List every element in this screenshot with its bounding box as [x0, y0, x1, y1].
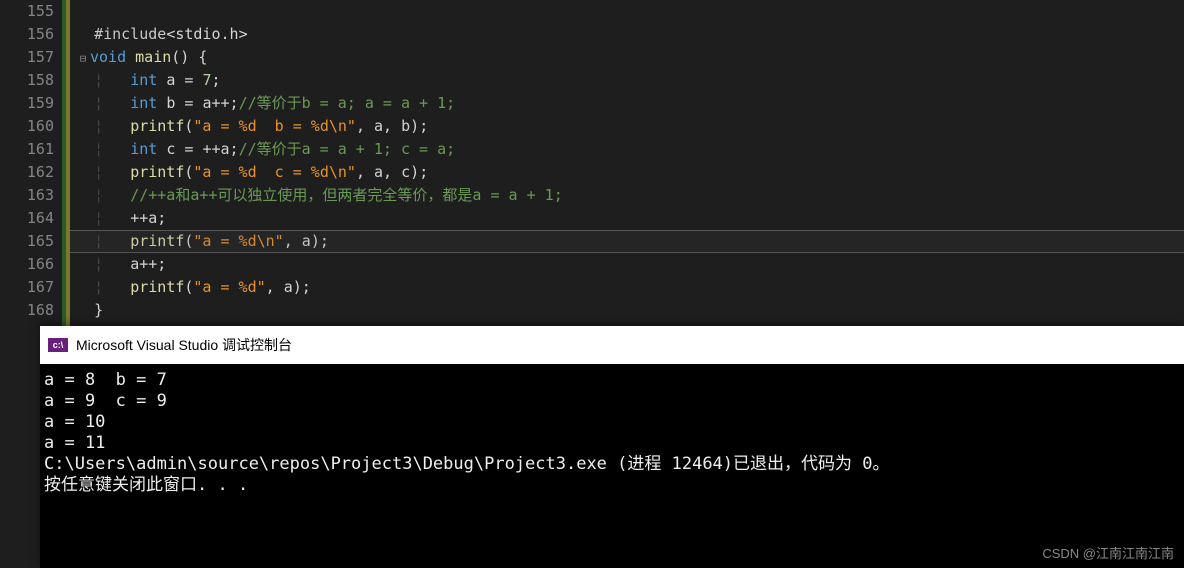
line-number: 161 [0, 138, 54, 161]
preproc-include: #include [94, 25, 166, 43]
line-number: 163 [0, 184, 54, 207]
kw-int: int [130, 140, 157, 158]
comma: , [266, 278, 284, 296]
vs-icon: c:\ [48, 338, 68, 352]
console-line: 按任意键关闭此窗口. . . [44, 475, 1180, 496]
string-literal: "a = %d" [193, 278, 265, 296]
header-name: stdio.h [175, 25, 238, 43]
parens: () [171, 48, 189, 66]
line-number: 155 [0, 0, 54, 23]
code-line: ¦ printf("a = %d b = %d\n", a, b); [76, 115, 1184, 138]
expr: a++ [202, 94, 229, 112]
code-editor[interactable]: 155 156 157 158 159 160 161 162 163 164 … [0, 0, 1184, 326]
var: a [166, 71, 175, 89]
console-line: a = 11 [44, 433, 1180, 454]
kw-void: void [90, 48, 126, 66]
line-number: 156 [0, 23, 54, 46]
line-number: 164 [0, 207, 54, 230]
comment: //等价于a = a + 1; c = a; [239, 140, 456, 158]
line-number: 160 [0, 115, 54, 138]
args: a, b [374, 117, 410, 135]
var: c [166, 140, 175, 158]
console-line: C:\Users\admin\source\repos\Project3\Deb… [44, 454, 1180, 475]
line-number-gutter: 155 156 157 158 159 160 161 162 163 164 … [0, 0, 62, 326]
op-eq: = [184, 140, 193, 158]
stmt: ++a; [130, 209, 166, 227]
line-number: 157 [0, 46, 54, 69]
comma: , [356, 117, 374, 135]
line-number: 162 [0, 161, 54, 184]
stmt: a++; [130, 255, 166, 273]
semi: ; [419, 163, 428, 181]
paren-close: ) [293, 278, 302, 296]
line-number: 168 [0, 299, 54, 322]
current-line-highlight [70, 230, 1184, 253]
op-eq: = [184, 94, 193, 112]
console-line: a = 9 c = 9 [44, 391, 1180, 412]
semi: ; [211, 71, 220, 89]
console-titlebar[interactable]: c:\ Microsoft Visual Studio 调试控制台 [40, 326, 1184, 364]
args: a, c [374, 163, 410, 181]
semi: ; [302, 278, 311, 296]
func-printf: printf [130, 117, 184, 135]
args: a [284, 278, 293, 296]
semi: ; [419, 117, 428, 135]
string-literal: "a = %d c = %d\n" [193, 163, 356, 181]
brace-close: } [94, 301, 103, 319]
console-line: a = 8 b = 7 [44, 370, 1180, 391]
var: b [166, 94, 175, 112]
code-line: ¦ printf("a = %d", a); [76, 276, 1184, 299]
code-line: ¦ int c = ++a;//等价于a = a + 1; c = a; [76, 138, 1184, 161]
brace-open: { [198, 48, 207, 66]
code-line: ¦ a++; [76, 253, 1184, 276]
op-eq: = [184, 71, 193, 89]
angle-close: > [239, 25, 248, 43]
line-number: 165 [0, 230, 54, 253]
string-literal: "a = %d b = %d\n" [193, 117, 356, 135]
code-area[interactable]: #include<stdio.h> ⊟void main() { ¦ int a… [70, 0, 1184, 326]
line-number: 158 [0, 69, 54, 92]
code-line: ¦ int a = 7; [76, 69, 1184, 92]
console-title: Microsoft Visual Studio 调试控制台 [76, 335, 292, 355]
code-line: #include<stdio.h> [76, 23, 1184, 46]
line-number: 159 [0, 92, 54, 115]
line-number: 166 [0, 253, 54, 276]
code-line: } [76, 299, 1184, 322]
func-main: main [135, 48, 171, 66]
paren-close: ) [410, 163, 419, 181]
comment: //等价于b = a; a = a + 1; [239, 94, 456, 112]
expr: ++a [202, 140, 229, 158]
code-line: ¦ int b = a++;//等价于b = a; a = a + 1; [76, 92, 1184, 115]
debug-console-window[interactable]: c:\ Microsoft Visual Studio 调试控制台 a = 8 … [40, 326, 1184, 568]
angle-open: < [166, 25, 175, 43]
line-number: 167 [0, 276, 54, 299]
code-line: ⊟void main() { [76, 46, 1184, 69]
comma: , [356, 163, 374, 181]
paren-close: ) [410, 117, 419, 135]
func-printf: printf [130, 163, 184, 181]
console-line: a = 10 [44, 412, 1180, 433]
comment: //++a和a++可以独立使用，但两者完全等价，都是a = a + 1; [130, 186, 563, 204]
fold-minus-icon[interactable]: ⊟ [76, 47, 90, 70]
semi: ; [230, 94, 239, 112]
code-line: ¦ ++a; [76, 207, 1184, 230]
kw-int: int [130, 94, 157, 112]
console-output[interactable]: a = 8 b = 7a = 9 c = 9a = 10a = 11C:\Use… [40, 364, 1184, 502]
code-line: ¦ //++a和a++可以独立使用，但两者完全等价，都是a = a + 1; [76, 184, 1184, 207]
semi: ; [230, 140, 239, 158]
kw-int: int [130, 71, 157, 89]
watermark: CSDN @江南江南江南 [1042, 543, 1174, 562]
code-line: ¦ printf("a = %d c = %d\n", a, c); [76, 161, 1184, 184]
code-line [76, 0, 1184, 23]
func-printf: printf [130, 278, 184, 296]
